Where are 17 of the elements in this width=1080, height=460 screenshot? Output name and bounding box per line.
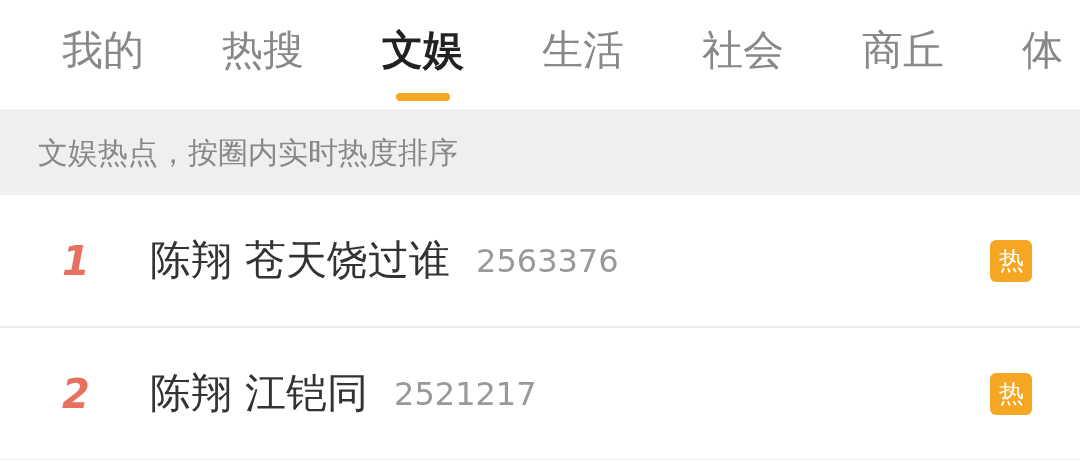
category-tab[interactable]: 体 <box>1022 0 1063 84</box>
heat-count: 2521217 <box>394 374 538 413</box>
topic-title[interactable]: 陈翔 苍天饶过谁 <box>150 233 451 288</box>
category-tab[interactable]: 生活 <box>542 0 624 84</box>
rank-number: 2 <box>61 370 91 417</box>
hot-badge: 热 <box>990 372 1032 415</box>
category-tab[interactable]: 我的 <box>62 0 144 84</box>
hot-badge: 热 <box>990 239 1032 282</box>
topic-title[interactable]: 陈翔 江铠同 <box>150 366 369 421</box>
heat-count: 2563376 <box>476 241 620 280</box>
banner-text: 文娱热点，按圈内实时热度排序 <box>38 133 458 172</box>
category-tab[interactable]: 商丘 <box>862 0 944 84</box>
rank-number: 1 <box>61 237 91 284</box>
category-tab[interactable]: 热搜 <box>222 0 304 84</box>
category-tab[interactable]: 社会 <box>702 0 784 84</box>
category-tab[interactable]: 文娱 <box>382 0 464 84</box>
active-tab-indicator <box>396 93 450 101</box>
